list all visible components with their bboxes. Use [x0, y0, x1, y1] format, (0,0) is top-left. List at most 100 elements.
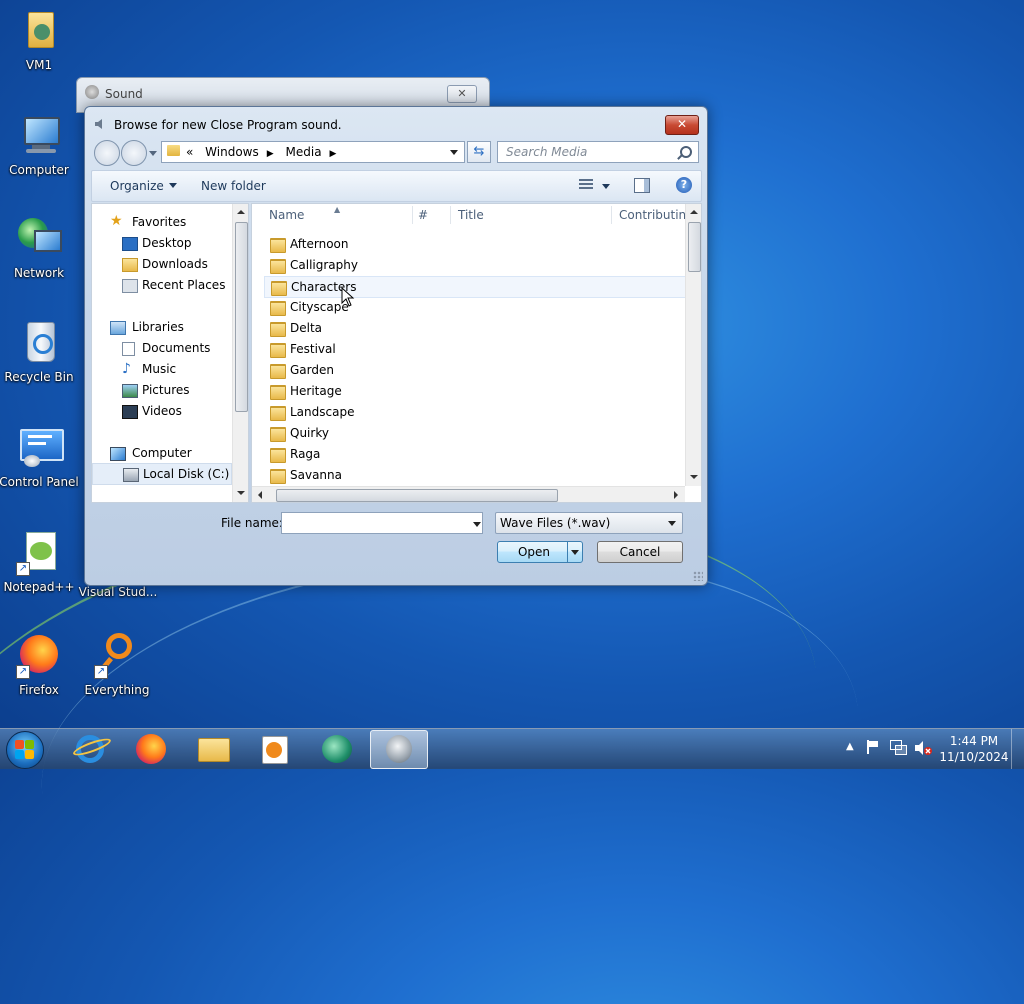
nav-scroll-thumb[interactable]	[235, 222, 248, 412]
new-folder-button[interactable]: New folder	[201, 179, 266, 193]
clock-time: 1:44 PM	[949, 734, 999, 748]
taskbar-media-player[interactable]	[246, 730, 302, 767]
file-name-label: File name:	[221, 516, 283, 530]
folder-row[interactable]: Garden	[264, 360, 684, 380]
scroll-up-icon[interactable]	[690, 210, 698, 214]
cancel-button[interactable]: Cancel	[597, 541, 683, 563]
speaker-icon	[95, 119, 102, 129]
browse-dialog: Browse for new Close Program sound. ✕ « …	[84, 106, 708, 586]
desktop-icon-firefox[interactable]: ↗ Firefox	[0, 633, 79, 697]
scroll-left-icon[interactable]	[258, 491, 262, 499]
taskbar-sound[interactable]	[370, 730, 428, 769]
file-name-input[interactable]	[281, 512, 483, 534]
folder-row[interactable]: Raga	[264, 444, 684, 464]
breadcrumb-windows[interactable]: Windows	[205, 145, 259, 159]
scroll-up-icon[interactable]	[237, 210, 245, 214]
folder-name: Quirky	[290, 426, 329, 440]
horizontal-scroll-thumb[interactable]	[276, 489, 558, 502]
dialog-close-button[interactable]: ✕	[665, 115, 699, 135]
shortcut-arrow-icon: ↗	[94, 665, 108, 679]
taskbar-file-explorer[interactable]	[184, 730, 240, 767]
clock[interactable]: 1:44 PM 11/10/2024	[935, 733, 1013, 765]
taskbar-app[interactable]	[308, 730, 364, 767]
desktop-icon-recycle-bin[interactable]: Recycle Bin	[0, 320, 79, 384]
breadcrumb-overflow[interactable]: «	[186, 145, 193, 159]
search-box[interactable]: Search Media	[497, 141, 699, 163]
command-bar: Organize New folder ?	[91, 170, 702, 202]
column-header-number[interactable]: #	[418, 204, 428, 226]
folder-row[interactable]: Characters	[264, 276, 686, 298]
taskbar-firefox[interactable]	[122, 730, 178, 767]
resize-grip[interactable]	[693, 571, 703, 581]
refresh-button[interactable]: ⇆	[467, 141, 491, 163]
nav-videos[interactable]: Videos	[92, 401, 232, 421]
address-bar[interactable]: « Windows ▶ Media ▶	[161, 141, 465, 163]
nav-libraries[interactable]: Libraries	[92, 317, 232, 337]
folder-row[interactable]: Afternoon	[264, 234, 684, 254]
sound-window-close-button[interactable]: ✕	[447, 85, 477, 103]
user-folder-icon	[16, 8, 62, 54]
nav-pictures[interactable]: Pictures	[92, 380, 232, 400]
file-list-scroll-thumb[interactable]	[688, 222, 701, 272]
taskbar-internet-explorer[interactable]	[62, 730, 118, 767]
help-icon[interactable]: ?	[676, 177, 692, 193]
preview-pane-icon[interactable]	[634, 178, 650, 193]
file-name-dropdown-icon[interactable]	[473, 522, 481, 527]
folder-name: Landscape	[290, 405, 355, 419]
nav-recent-places[interactable]: Recent Places	[92, 275, 232, 295]
file-list-horizontal-scrollbar[interactable]	[252, 486, 685, 502]
breadcrumb-media[interactable]: Media	[286, 145, 322, 159]
file-type-select[interactable]: Wave Files (*.wav)	[495, 512, 683, 534]
folder-row[interactable]: Heritage	[264, 381, 684, 401]
desktop-icon-vm1[interactable]: VM1	[0, 8, 79, 72]
folder-row[interactable]: Savanna	[264, 465, 684, 485]
nav-computer[interactable]: Computer	[92, 443, 232, 463]
open-button[interactable]: Open	[497, 541, 583, 563]
column-header-contributing[interactable]: Contributing	[619, 204, 685, 226]
search-icon[interactable]	[680, 146, 692, 158]
forward-button[interactable]	[121, 140, 147, 166]
recent-locations-dropdown[interactable]	[149, 151, 157, 156]
view-options-dropdown[interactable]	[602, 184, 610, 189]
videos-icon	[122, 405, 138, 419]
desktop-icon-everything[interactable]: ↗ Everything	[77, 633, 157, 697]
folder-row[interactable]: Festival	[264, 339, 684, 359]
action-center-flag-icon[interactable]	[866, 740, 878, 754]
network-icon[interactable]	[890, 740, 907, 755]
view-options-icon[interactable]	[579, 179, 593, 191]
nav-documents[interactable]: Documents	[92, 338, 232, 358]
desktop-icon-computer[interactable]: Computer	[0, 113, 79, 177]
open-split-dropdown[interactable]	[567, 542, 582, 562]
folder-row[interactable]: Cityscape	[264, 297, 684, 317]
desktop-icon-label: VM1	[25, 58, 53, 72]
desktop-icon-network[interactable]: Network	[0, 216, 79, 280]
file-list-scrollbar[interactable]	[685, 204, 701, 486]
show-desktop-button[interactable]	[1011, 729, 1024, 769]
volume-muted-icon[interactable]	[914, 740, 932, 756]
nav-music[interactable]: ♪ Music	[92, 359, 232, 379]
column-header-name[interactable]: Name	[269, 204, 304, 226]
desktop-icon-control-panel[interactable]: Control Panel	[0, 425, 79, 489]
desktop-icon-notepadpp[interactable]: ↗ Notepad++	[0, 530, 79, 594]
nav-downloads[interactable]: Downloads	[92, 254, 232, 274]
taskbar: ▲ 1:44 PM 11/10/2024	[0, 728, 1024, 769]
nav-local-disk-c[interactable]: Local Disk (C:)	[92, 463, 232, 485]
sound-icon	[386, 735, 412, 763]
folder-row[interactable]: Calligraphy	[264, 255, 684, 275]
show-hidden-icon[interactable]: ▲	[846, 741, 854, 752]
scroll-down-icon[interactable]	[237, 491, 245, 495]
address-dropdown-icon[interactable]	[450, 150, 458, 155]
nav-pane-scrollbar[interactable]	[232, 204, 248, 502]
organize-button[interactable]: Organize	[110, 179, 177, 193]
scroll-right-icon[interactable]	[674, 491, 678, 499]
chevron-down-icon	[668, 521, 676, 526]
scroll-down-icon[interactable]	[690, 475, 698, 479]
back-button[interactable]	[94, 140, 120, 166]
folder-row[interactable]: Quirky	[264, 423, 684, 443]
column-header-title[interactable]: Title	[458, 204, 484, 226]
folder-row[interactable]: Landscape	[264, 402, 684, 422]
nav-favorites[interactable]: ★ Favorites	[92, 212, 232, 232]
start-button[interactable]	[6, 731, 44, 769]
folder-row[interactable]: Delta	[264, 318, 684, 338]
nav-desktop[interactable]: Desktop	[92, 233, 232, 253]
